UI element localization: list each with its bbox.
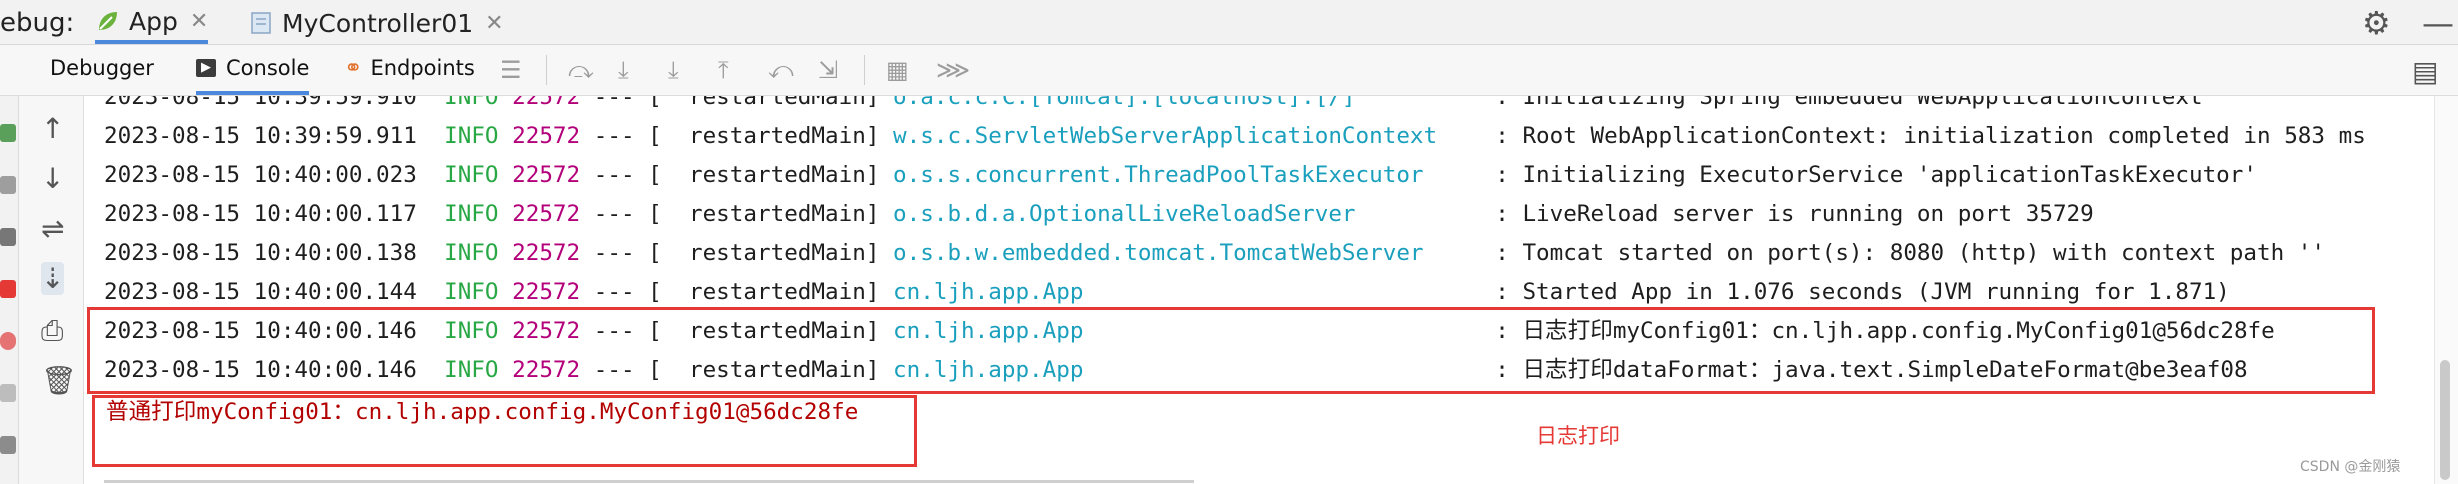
step-over-icon[interactable]: ⤼ bbox=[568, 56, 594, 84]
mute-breakpoints-icon[interactable] bbox=[0, 384, 16, 402]
tab-endpoints[interactable]: ⚭ Endpoints bbox=[344, 45, 475, 91]
drop-frame-icon[interactable]: ⤺ bbox=[768, 56, 794, 84]
log-print-annotation: 日志打印 bbox=[1536, 424, 1620, 448]
tab-label: Console bbox=[226, 56, 310, 80]
tab-console[interactable]: ▶ Console bbox=[196, 45, 310, 95]
print-icon[interactable]: ⎙ bbox=[41, 314, 63, 348]
close-icon[interactable]: ✕ bbox=[485, 11, 503, 36]
tab-label: App bbox=[129, 6, 178, 36]
scroll-to-end-icon[interactable]: ⇣ bbox=[41, 262, 65, 295]
log-line: 2023-08-15 10:40:00.023 INFO 22572 --- [… bbox=[104, 162, 2257, 188]
left-edge-strip bbox=[0, 96, 19, 484]
step-into-icon[interactable]: ⤓ bbox=[618, 56, 629, 84]
minimize-icon[interactable]: — bbox=[2422, 4, 2454, 42]
camera-icon[interactable] bbox=[0, 436, 16, 454]
tab-mycontroller01[interactable]: MyController01 ✕ bbox=[248, 2, 504, 44]
rerun-icon[interactable] bbox=[0, 124, 16, 142]
gear-icon[interactable]: ⚙ bbox=[2362, 4, 2391, 42]
close-icon[interactable]: ✕ bbox=[190, 9, 208, 34]
log-line: 2023-08-15 10:39:59.911 INFO 22572 --- [… bbox=[104, 123, 2366, 149]
menu-icon[interactable]: ☰ bbox=[500, 56, 522, 84]
tab-label: MyController01 bbox=[282, 8, 474, 38]
horizontal-scrollbar[interactable] bbox=[104, 480, 1194, 483]
tab-label: Debugger bbox=[50, 56, 154, 80]
log-line: 2023-08-15 10:39:59.910 INFO 22572 --- [… bbox=[104, 96, 2203, 110]
down-arrow-icon[interactable]: ↓ bbox=[41, 162, 64, 195]
tab-label: Endpoints bbox=[370, 56, 475, 80]
up-arrow-icon[interactable]: ↑ bbox=[41, 112, 64, 145]
title-bar: ebug: App ✕ MyController01 ✕ ⚙ — bbox=[0, 0, 2458, 45]
run-to-cursor-icon[interactable]: ⇲ bbox=[818, 56, 838, 84]
trash-icon[interactable]: 🗑 bbox=[41, 364, 77, 397]
breakpoints-icon[interactable] bbox=[0, 332, 16, 350]
leaf-icon bbox=[99, 12, 117, 30]
tab-debugger[interactable]: Debugger bbox=[50, 45, 154, 91]
log-line: 2023-08-15 10:40:00.117 INFO 22572 --- [… bbox=[104, 201, 2094, 227]
console-gutter: ↑ ↓ ⇌ ⇣ ⎙ 🗑 bbox=[19, 96, 84, 484]
trace-icon[interactable]: ⋙ bbox=[936, 56, 970, 84]
toolbar-divider bbox=[546, 55, 547, 85]
tab-app[interactable]: App ✕ bbox=[95, 2, 209, 44]
plain-print-highlight-box bbox=[92, 395, 917, 467]
force-step-into-icon[interactable]: ⤓ bbox=[668, 56, 679, 84]
log-line: 2023-08-15 10:40:00.138 INFO 22572 --- [… bbox=[104, 240, 2326, 266]
step-out-icon[interactable]: ⤒ bbox=[718, 56, 729, 84]
resume-icon[interactable] bbox=[0, 176, 16, 194]
file-icon bbox=[251, 12, 271, 34]
stop-icon[interactable] bbox=[0, 280, 16, 298]
console-icon: ▶ bbox=[196, 59, 216, 77]
scrollbar-thumb[interactable] bbox=[2440, 360, 2450, 480]
toolbar-divider bbox=[864, 55, 865, 85]
soft-wrap-icon[interactable]: ⇌ bbox=[41, 212, 64, 245]
log-lines-highlight-box bbox=[87, 307, 2375, 394]
evaluate-icon[interactable]: ▦ bbox=[886, 56, 909, 84]
endpoints-icon: ⚭ bbox=[344, 55, 363, 81]
debug-label: ebug: bbox=[0, 8, 75, 38]
layout-icon[interactable]: ▤ bbox=[2412, 55, 2438, 88]
debug-toolbar: Debugger ▶ Console ⚭ Endpoints ☰ ⤼ ⤓ ⤓ ⤒… bbox=[0, 45, 2458, 96]
watermark: CSDN @金刚猿 bbox=[2300, 459, 2401, 475]
pause-icon[interactable] bbox=[0, 228, 16, 246]
